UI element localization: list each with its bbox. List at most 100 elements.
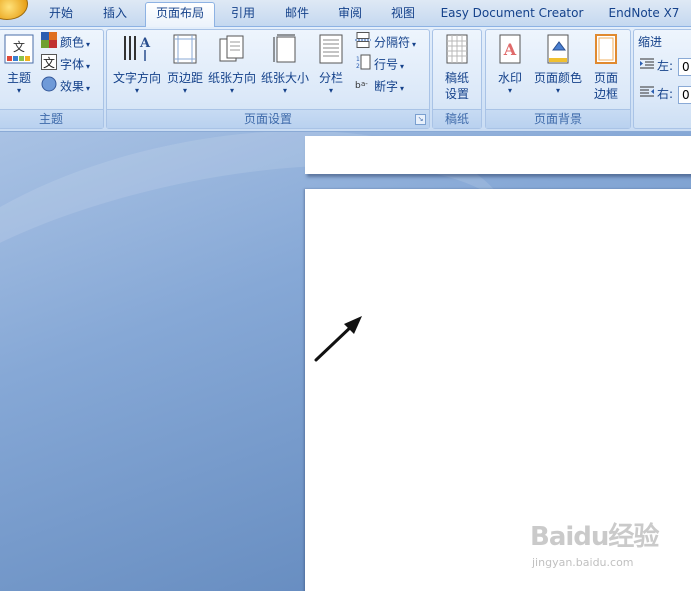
page-size-icon (259, 34, 311, 68)
chevron-down-icon: ▾ (555, 86, 560, 95)
svg-text:文: 文 (13, 39, 25, 54)
group-page-setup: A 文字方向 ▾ 页边距 ▾ 纸张方向 ▾ 纸张大小 ▾ 分栏 ▾ 分隔符 ▾ … (106, 29, 430, 129)
size-button[interactable]: 纸张大小 ▾ (259, 34, 311, 96)
group-page-background: A 水印 ▾ 页面颜色 ▾ 页面 边框 页面背景 (485, 29, 631, 129)
tab-view[interactable]: 视图 (382, 3, 424, 25)
ribbon: 文 主题 ▾ 颜色 ▾ 文 字体 ▾ 效果 ▾ 主题 A 文字方向 ▾ 页边距 … (0, 27, 691, 132)
draft-paper-icon (437, 34, 477, 68)
orientation-button[interactable]: 纸张方向 ▾ (207, 34, 257, 96)
size-label: 纸张大小 (260, 71, 309, 85)
watermark-button[interactable]: A 水印 ▾ (490, 34, 530, 96)
columns-label: 分栏 (318, 71, 343, 85)
indent-label: 缩进 (638, 35, 663, 49)
breaks-button[interactable]: 分隔符 ▾ (355, 32, 416, 52)
draft-paper-label-1: 稿纸 (444, 71, 469, 85)
svg-text:文: 文 (43, 55, 55, 70)
page-color-button[interactable]: 页面颜色 ▾ (532, 34, 584, 96)
tab-mailings[interactable]: 邮件 (276, 3, 318, 25)
breaks-label: 分隔符 (374, 35, 411, 50)
page-border-label-2: 边框 (593, 87, 618, 101)
colors-icon (41, 32, 57, 54)
draft-paper-label-2: 设置 (444, 87, 469, 101)
orientation-label: 纸张方向 (207, 71, 256, 85)
tab-review[interactable]: 审阅 (329, 3, 371, 25)
tab-easy-document-creator[interactable]: Easy Document Creator (438, 3, 586, 25)
group-label-page-setup: 页面设置 (107, 109, 429, 128)
margins-label: 页边距 (166, 71, 203, 85)
watermark-logo-text: Baidu经验 (530, 522, 659, 552)
tab-home[interactable]: 开始 (40, 3, 82, 25)
indent-right-icon (640, 85, 654, 105)
tab-insert[interactable]: 插入 (94, 3, 136, 25)
orientation-icon (207, 34, 257, 68)
tab-references[interactable]: 引用 (222, 3, 264, 25)
page-color-icon (532, 34, 584, 68)
svg-text:A: A (503, 40, 517, 59)
theme-fonts-button[interactable]: 文 字体 ▾ (41, 54, 90, 74)
theme-effects-button[interactable]: 效果 ▾ (41, 76, 90, 96)
page-color-label: 页面颜色 (533, 71, 582, 85)
effects-label: 效果 (60, 79, 85, 94)
tab-page-layout[interactable]: 页面布局 (145, 2, 215, 28)
office-button[interactable] (0, 0, 28, 20)
chevron-down-icon: ▾ (282, 86, 287, 95)
theme-icon: 文 (3, 34, 35, 68)
previous-page[interactable] (305, 136, 691, 174)
breaks-icon (355, 32, 371, 54)
hyphenation-label: 断字 (374, 79, 399, 94)
line-numbers-icon: 12 (355, 54, 371, 76)
watermark-url: jingyan.baidu.com (532, 556, 634, 569)
chevron-down-icon: ▾ (328, 86, 333, 95)
indent-left-icon (640, 57, 654, 77)
chevron-down-icon: ▾ (86, 61, 91, 71)
svg-text:A: A (139, 36, 151, 51)
text-direction-button[interactable]: A 文字方向 ▾ (111, 34, 163, 96)
line-numbers-label: 行号 (374, 57, 399, 72)
chevron-down-icon: ▾ (400, 83, 405, 93)
indent-left-input[interactable]: 0 (678, 58, 691, 76)
text-direction-label: 文字方向 (112, 71, 161, 85)
group-theme: 文 主题 ▾ 颜色 ▾ 文 字体 ▾ 效果 ▾ 主题 (0, 29, 104, 129)
chevron-down-icon: ▾ (134, 86, 139, 95)
fonts-label: 字体 (60, 57, 85, 72)
page-borders-button[interactable]: 页面 边框 (586, 34, 626, 102)
margins-icon (165, 34, 205, 68)
group-label-draft-paper: 稿纸 (433, 109, 481, 128)
group-label-page-background: 页面背景 (486, 109, 630, 128)
ribbon-tab-strip: 开始 插入 页面布局 引用 邮件 审阅 视图 Easy Document Cre… (0, 0, 691, 28)
indent-right-text: 右: (657, 87, 674, 101)
chevron-down-icon: ▾ (400, 61, 405, 71)
chevron-down-icon: ▾ (16, 86, 21, 95)
margins-button[interactable]: 页边距 ▾ (165, 34, 205, 96)
line-numbers-button[interactable]: 12 行号 ▾ (355, 54, 404, 74)
svg-text:2: 2 (356, 63, 360, 70)
indent-right-row: 右: (640, 84, 673, 104)
text-direction-icon: A (111, 34, 163, 68)
arrow-pointer-icon (314, 316, 362, 362)
chevron-down-icon: ▾ (229, 86, 234, 95)
draft-paper-settings-button[interactable]: 稿纸 设置 (437, 34, 477, 102)
svg-text:1: 1 (356, 56, 360, 63)
effects-icon (41, 76, 57, 98)
chevron-down-icon: ▾ (86, 83, 91, 93)
watermark-icon: A (490, 34, 530, 68)
hyphenation-button[interactable]: b a- 断字 ▾ (355, 76, 404, 96)
indent-right-input[interactable]: 0 (678, 86, 691, 104)
chevron-down-icon: ▾ (86, 39, 91, 49)
chevron-down-icon: ▾ (182, 86, 187, 95)
hyphenation-icon: b a- (355, 76, 371, 98)
dialog-launcher-icon[interactable]: ↘ (415, 114, 426, 125)
indent-left-row: 左: (640, 56, 673, 76)
page-border-icon (586, 34, 626, 68)
group-paragraph: 缩进 左: 0 右: 0 (633, 29, 691, 129)
columns-button[interactable]: 分栏 ▾ (313, 34, 349, 96)
colors-label: 颜色 (60, 35, 85, 50)
theme-colors-button[interactable]: 颜色 ▾ (41, 32, 90, 52)
svg-text:a-: a- (361, 80, 368, 88)
chevron-down-icon: ▾ (507, 86, 512, 95)
fonts-icon: 文 (41, 54, 57, 76)
theme-label: 主题 (6, 71, 31, 85)
tab-endnote[interactable]: EndNote X7 (604, 3, 684, 25)
columns-icon (313, 34, 349, 68)
theme-button[interactable]: 文 主题 ▾ (3, 34, 35, 96)
